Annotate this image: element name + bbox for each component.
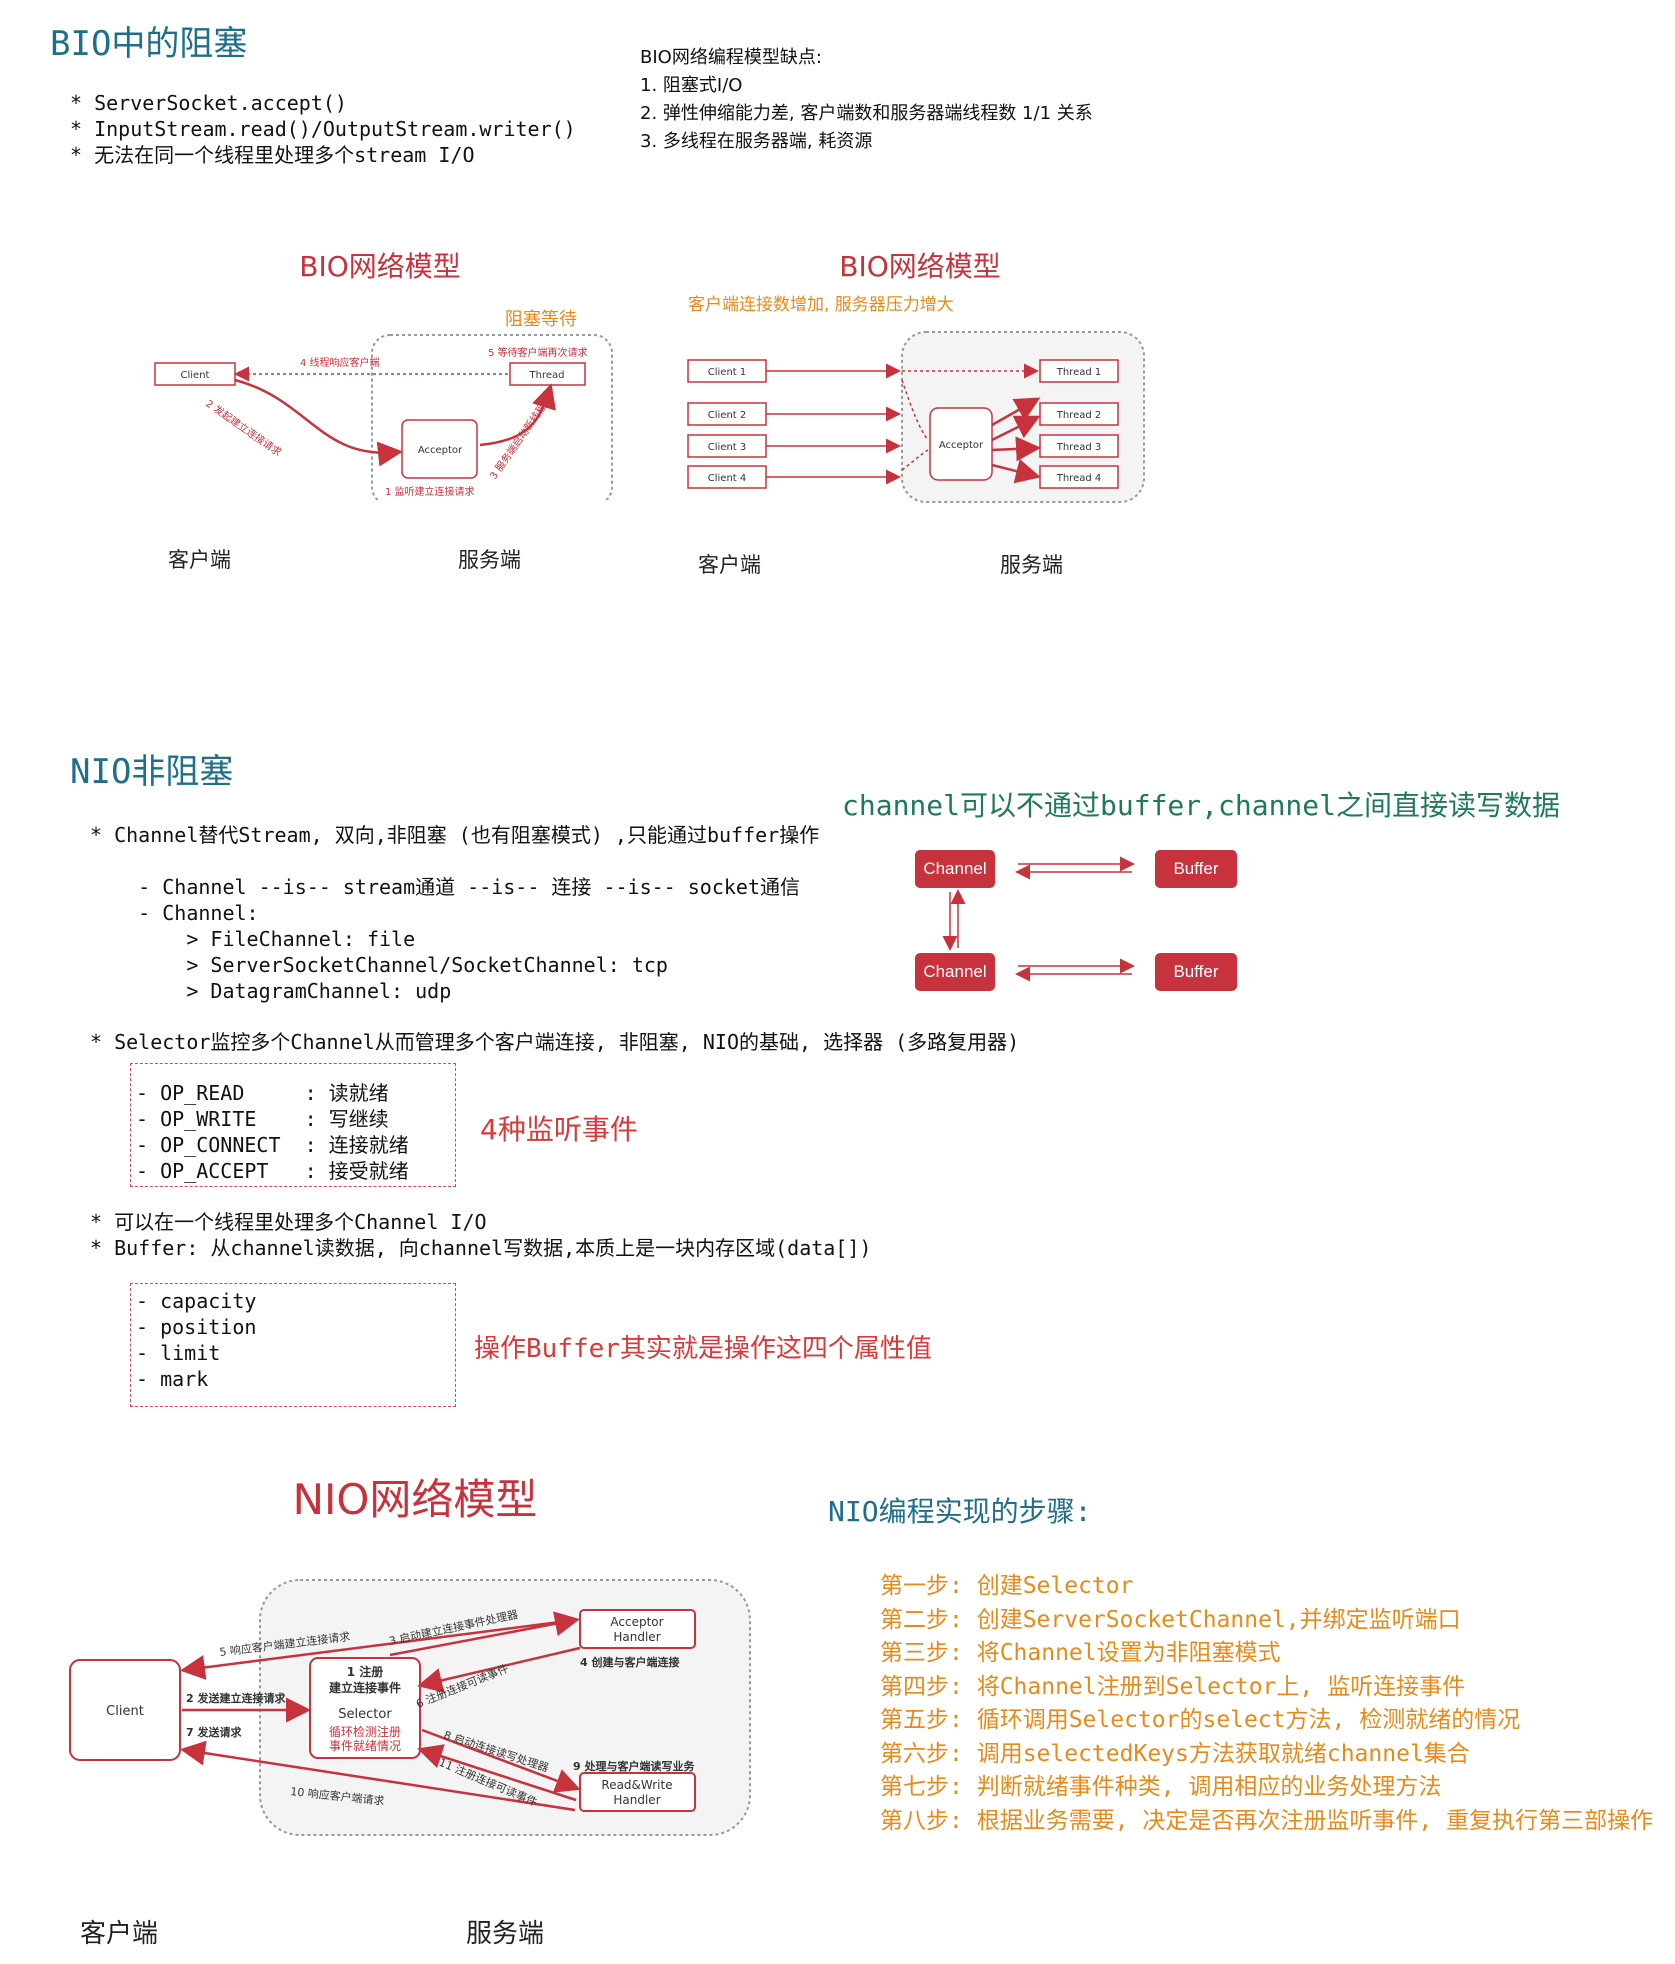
client-2-label: Client 2 [708, 410, 747, 421]
thread-label: Thread [529, 370, 565, 381]
buffer-props-list: - capacity - position - limit - mark [136, 1288, 256, 1392]
diagram2-server-side: 服务端 [1000, 553, 1063, 577]
rw-handler-2: Handler [613, 1793, 660, 1807]
step-item: 第一步: 创建Selector [880, 1573, 1134, 1599]
nio-line [90, 848, 819, 874]
bio-diagram-2: BIO网络模型 客户端连接数增加, 服务器压力增大 Client 1 Clien… [687, 250, 1145, 503]
step-item: 第二步: 创建ServerSocketChannel,并绑定监听端口 [880, 1606, 1461, 1633]
e7-label: 7 发送请求 [186, 1725, 242, 1739]
client-1-label: Client 1 [708, 367, 747, 378]
selector-bottom2: 事件就绪情况 [329, 1739, 401, 1753]
channel-note: channel可以不通过buffer,channel之间直接读写数据 [842, 789, 1561, 822]
diagram2-client-side: 客户端 [698, 553, 761, 577]
event-item: - OP_ACCEPT : 接受就绪 [136, 1159, 409, 1183]
nio-line: * Channel替代Stream, 双向,非阻塞 (也有阻塞模式) ,只能通过… [90, 823, 820, 847]
selector-top1: 1 注册 [347, 1664, 384, 1679]
nio-line: > DatagramChannel: udp [90, 979, 452, 1003]
diagram2-subtitle: 客户端连接数增加, 服务器压力增大 [688, 295, 954, 315]
drawback-item: 3. 多线程在服务器端, 耗资源 [640, 131, 873, 152]
channel-buffer-arrows [942, 856, 1135, 982]
thread-3-label: Thread 3 [1056, 442, 1102, 453]
nio-client-label: Client [106, 1704, 144, 1719]
bio-bullet: * InputStream.read()/OutputStream.writer… [70, 117, 576, 141]
bio-diagram-1: BIO网络模型 阻塞等待 Client Thread Acceptor 4 线程… [154, 250, 613, 500]
client-label: Client [181, 370, 210, 381]
client-3-label: Client 3 [708, 442, 747, 453]
events-note: 4种监听事件 [480, 1113, 638, 1146]
clients-group: Client 1 Client 2 Client 3 Client 4 [687, 359, 767, 489]
e4-label: 4 创建与客户端连接 [580, 1655, 679, 1669]
steps-list: 第一步: 创建Selector 第二步: 创建ServerSocketChann… [880, 1570, 1653, 1838]
rw-handler-1: Read&Write [601, 1778, 672, 1792]
nio-line: - Channel: [90, 901, 259, 925]
diagram1-server-side: 服务端 [458, 548, 521, 572]
buffer-prop: - position [136, 1315, 257, 1339]
nio-line: - Channel --is-- stream通道 --is-- 连接 --is… [90, 875, 801, 899]
selector-label: Selector [338, 1707, 392, 1722]
buffer-prop: - limit [136, 1341, 221, 1365]
nio-line: > ServerSocketChannel/SocketChannel: tcp [90, 953, 668, 977]
edge-4-label: 4 线程响应客户端 [300, 356, 380, 369]
edge-1-label: 1 监听建立连接请求 [385, 485, 475, 498]
blocking-label: 阻塞等待 [505, 309, 577, 330]
bio-drawbacks: BIO网络编程模型缺点: 1. 阻塞式I/O 2. 弹性伸缩能力差, 客户端数和… [640, 44, 1093, 156]
bio-bullet: * ServerSocket.accept() [70, 91, 347, 115]
step-item: 第五步: 循环调用Selector的select方法, 检测就绪的情况 [880, 1707, 1521, 1733]
diagram2-title: BIO网络模型 [839, 250, 1001, 283]
thread-2-label: Thread 2 [1056, 410, 1102, 421]
acceptor-handler-2: Handler [613, 1630, 660, 1644]
step-item: 第六步: 调用selectedKeys方法获取就绪channel集合 [880, 1740, 1470, 1767]
thread-line: * 可以在一个线程里处理多个Channel I/O [90, 1210, 487, 1234]
edge-2-label: 2 发起建立连接请求 [203, 397, 284, 459]
event-item: - OP_READ : 读就绪 [136, 1081, 389, 1105]
event-item: - OP_CONNECT : 连接就绪 [136, 1133, 409, 1157]
diagram1-title: BIO网络模型 [299, 250, 461, 283]
client-4-label: Client 4 [708, 473, 747, 484]
acceptor-label: Acceptor [418, 445, 463, 456]
bio-title: BIO中的阻塞 [50, 24, 248, 64]
nio-line: > FileChannel: file [90, 927, 416, 951]
step-item: 第三步: 将Channel设置为非阻塞模式 [880, 1640, 1281, 1666]
selector-line: * Selector监控多个Channel从而管理多个客户端连接, 非阻塞, N… [90, 1030, 1020, 1054]
nio-server-side: 服务端 [466, 1919, 545, 1949]
nio-title: NIO非阻塞 [70, 752, 234, 792]
e2-label: 2 发送建立连接请求 [186, 1691, 286, 1705]
selector-top2: 建立连接事件 [328, 1680, 401, 1695]
acceptor-label-2: Acceptor [939, 440, 984, 451]
nio-channel-list: * Channel替代Stream, 双向,非阻塞 (也有阻塞模式) ,只能通过… [90, 822, 819, 1004]
thread-1-label: Thread 1 [1056, 367, 1102, 378]
nio-client-side: 客户端 [80, 1919, 159, 1949]
nio-model-diagram: NIO网络模型 Client 1 注册 建立连接事件 Selector 循环检测… [69, 1475, 751, 1836]
event-item: - OP_WRITE : 写继续 [136, 1107, 389, 1131]
drawback-item: 1. 阻塞式I/O [640, 75, 743, 96]
bio-bullets: * ServerSocket.accept() * InputStream.re… [70, 90, 576, 168]
nio-model-title: NIO网络模型 [293, 1475, 538, 1524]
buffer-prop: - capacity [136, 1289, 257, 1313]
events-list: - OP_READ : 读就绪 - OP_WRITE : 写继续 - OP_CO… [136, 1080, 409, 1184]
acceptor-handler-1: Acceptor [610, 1615, 663, 1629]
edge-5-label: 5 等待客户端再次请求 [488, 346, 588, 359]
buffer-prop: - mark [136, 1367, 209, 1391]
step-item: 第四步: 将Channel注册到Selector上, 监听连接事件 [880, 1673, 1466, 1700]
drawbacks-title: BIO网络编程模型缺点: [640, 47, 822, 68]
buffer-note: 操作Buffer其实就是操作这四个属性值 [474, 1334, 932, 1364]
thread-4-label: Thread 4 [1056, 473, 1102, 484]
threads-group: Thread 1 Thread 2 Thread 3 Thread 4 [1039, 359, 1119, 489]
diagram1-client-side: 客户端 [168, 548, 231, 572]
buffer-line: * Buffer: 从channel读数据, 向channel写数据,本质上是一… [90, 1236, 872, 1260]
steps-title: NIO编程实现的步骤: [828, 1495, 1092, 1528]
bio-bullet: * 无法在同一个线程里处理多个stream I/O [70, 143, 475, 167]
e9-label: 9 处理与客户端读写业务 [573, 1759, 695, 1773]
selector-bottom1: 循环检测注册 [329, 1724, 401, 1739]
step-item: 第七步: 判断就绪事件种类, 调用相应的业务处理方法 [880, 1774, 1442, 1800]
drawback-item: 2. 弹性伸缩能力差, 客户端数和服务器端线程数 1/1 关系 [640, 103, 1093, 124]
step-item: 第八步: 根据业务需要, 决定是否再次注册监听事件, 重复执行第三部操作 [880, 1807, 1654, 1834]
